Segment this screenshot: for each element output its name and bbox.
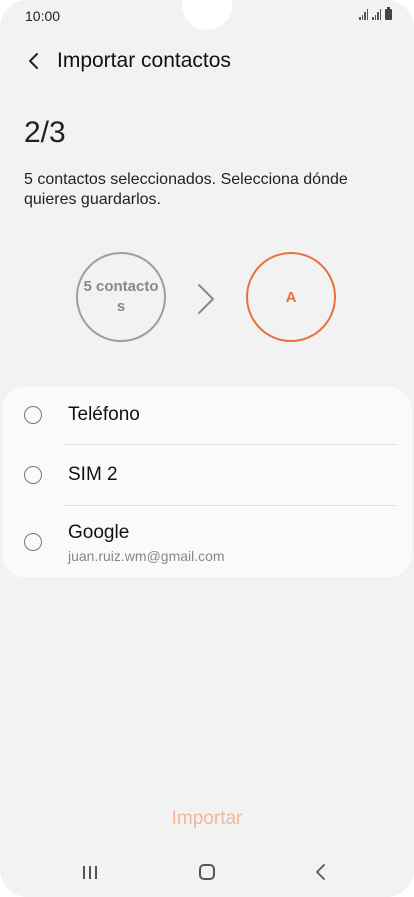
recent-apps-icon[interactable]	[83, 866, 97, 879]
option-telefono[interactable]: Teléfono	[2, 386, 412, 446]
step-description: 5 contactos seleccionados. Selecciona dó…	[24, 171, 348, 208]
option-label: Google	[68, 522, 130, 543]
phone-screen: 10:00 Importar contactos 2/3 5 contactos…	[0, 0, 414, 897]
chevron-right-icon	[198, 284, 214, 314]
target-account-label: A	[285, 288, 297, 306]
source-contacts-label: 5 contactos	[83, 278, 159, 315]
home-icon[interactable]	[199, 864, 215, 880]
radio-button[interactable]	[24, 406, 42, 424]
navigation-bar	[0, 856, 414, 890]
option-label: SIM 2	[68, 464, 118, 485]
option-google[interactable]: Google juan.ruiz.wm@gmail.com	[2, 506, 412, 574]
page-title: Importar contactos	[57, 49, 231, 72]
signal-icon	[372, 9, 381, 20]
chevron-left-icon	[29, 53, 38, 69]
back-button[interactable]	[18, 46, 48, 76]
app-header: Importar contactos	[0, 40, 414, 82]
storage-options-list: Teléfono SIM 2 Google juan.ruiz.wm@gmail…	[2, 386, 412, 578]
source-contacts-circle: 5 contactos	[76, 252, 166, 342]
option-sim2[interactable]: SIM 2	[2, 445, 412, 505]
battery-icon	[385, 7, 392, 20]
import-button[interactable]: Importar	[0, 808, 414, 830]
target-account-circle[interactable]: A	[246, 252, 336, 342]
google-account-email: juan.ruiz.wm@gmail.com	[68, 548, 225, 564]
step-indicator: 2/3	[24, 116, 66, 149]
radio-button[interactable]	[24, 466, 42, 484]
camera-notch	[182, 0, 232, 30]
radio-button[interactable]	[24, 533, 42, 551]
back-nav-icon[interactable]	[314, 863, 326, 881]
signal-icon	[359, 9, 368, 20]
status-time: 10:00	[25, 8, 61, 24]
status-icons	[359, 7, 392, 20]
option-label: Teléfono	[68, 404, 140, 425]
